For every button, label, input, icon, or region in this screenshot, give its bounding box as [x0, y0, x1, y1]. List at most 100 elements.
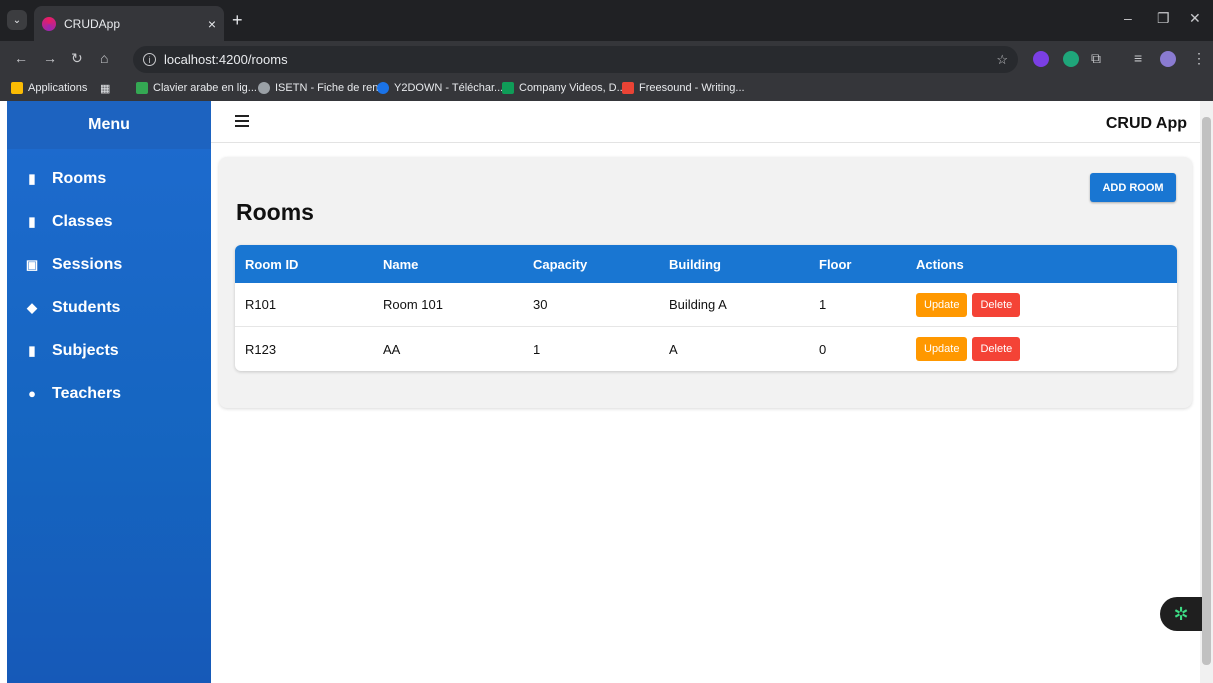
tab-title: CRUDApp: [64, 16, 121, 31]
bookmark-favicon-icon: [136, 82, 148, 94]
bookmark-applications[interactable]: Applications: [11, 82, 87, 94]
ai-assistant-icon[interactable]: ✲: [1160, 597, 1202, 631]
graduation-cap-icon: ◆: [27, 299, 37, 315]
bookmark-company-videos[interactable]: Company Videos, D...: [502, 82, 626, 94]
bookmark-star-icon[interactable]: ☆: [996, 52, 1008, 68]
rooms-card: ADD ROOM Rooms Room ID Name Capacity Bui…: [219, 157, 1192, 408]
column-header: Actions: [916, 256, 964, 272]
sidebar-item-label: Classes: [52, 212, 113, 230]
cell-building: Building A: [669, 297, 727, 312]
bookmark-label: Applications: [28, 82, 88, 94]
bookmark-favicon-icon: [622, 82, 634, 94]
table-row: R123 AA 1 A 0 Update Delete: [235, 327, 1177, 371]
extension-icon[interactable]: [1063, 51, 1079, 67]
close-window-icon[interactable]: ✕: [1189, 10, 1201, 27]
cell-building: A: [669, 341, 678, 357]
bookmark-favicon-icon: [502, 82, 514, 94]
bookmark-label: Y2DOWN - Téléchar...: [394, 82, 504, 94]
extension-icon[interactable]: [1033, 51, 1049, 67]
sidebar-item-label: Subjects: [52, 341, 119, 359]
calendar-icon: ▣: [25, 256, 39, 272]
column-header: Name: [383, 256, 419, 272]
home-icon[interactable]: ⌂: [100, 50, 108, 66]
cell-name: Room 101: [383, 297, 443, 312]
sidebar-item-label: Sessions: [52, 255, 123, 273]
book-icon: ▮: [28, 213, 36, 229]
sidebar-title: Menu: [7, 101, 211, 149]
browser-tab[interactable]: CRUDApp ×: [34, 6, 224, 41]
sidebar-item-label: Rooms: [52, 169, 107, 187]
globe-icon: [258, 82, 270, 94]
minimize-icon[interactable]: –: [1124, 10, 1132, 26]
bookmark-freesound[interactable]: Freesound - Writing...: [622, 82, 745, 94]
sidebar-item-subjects[interactable]: ▮ Subjects: [7, 329, 211, 372]
bookmark-label: Clavier arabe en lig...: [153, 82, 257, 94]
sidebar-item-students[interactable]: ◆ Students: [7, 286, 211, 329]
address-bar[interactable]: i localhost:4200/rooms ☆: [133, 46, 1018, 73]
profile-avatar[interactable]: [1160, 51, 1176, 67]
bookmark-favicon-icon: [377, 82, 389, 94]
sidebar-item-label: Teachers: [52, 384, 122, 402]
main-content: ADD ROOM Rooms Room ID Name Capacity Bui…: [211, 143, 1200, 683]
media-controls-icon[interactable]: ≡: [1134, 50, 1142, 66]
tab-search-button[interactable]: ⌄: [7, 10, 27, 30]
bookmark-isetn[interactable]: ISETN - Fiche de ren...: [258, 82, 387, 94]
close-tab-icon[interactable]: ×: [208, 16, 216, 32]
bookmark-label: Freesound - Writing...: [639, 82, 745, 94]
app-title: CRUD App: [1105, 115, 1187, 132]
delete-button[interactable]: Delete: [972, 337, 1021, 361]
new-tab-button[interactable]: +: [232, 10, 243, 30]
column-header: Room ID: [245, 256, 299, 272]
sidebar-item-classes[interactable]: ▮ Classes: [7, 200, 211, 243]
page-scrollbar[interactable]: [1200, 101, 1213, 683]
rooms-table: Room ID Name Capacity Building Floor Act…: [235, 245, 1177, 371]
browser-toolbar: ← → ↻ ⌂ i localhost:4200/rooms ☆ ⧉ ≡ ⋮: [0, 41, 1213, 77]
cell-floor: 1: [819, 297, 827, 312]
site-info-icon[interactable]: i: [143, 53, 156, 66]
restore-icon[interactable]: ❐: [1157, 10, 1170, 27]
app-header: CRUD App: [211, 101, 1200, 143]
cell-actions: Update Delete: [916, 292, 1177, 317]
forward-icon[interactable]: →: [43, 50, 57, 66]
cell-room-id: R123: [245, 341, 277, 357]
url-text: localhost:4200/rooms: [164, 52, 288, 67]
add-room-button[interactable]: ADD ROOM: [1090, 173, 1176, 202]
delete-button[interactable]: Delete: [972, 292, 1021, 317]
extensions-puzzle-icon[interactable]: ⧉: [1091, 50, 1101, 67]
sidebar: Menu ▮ Rooms ▮ Classes ▣ Sessions ◆ Stud…: [7, 101, 211, 683]
bookmark-y2down[interactable]: Y2DOWN - Téléchar...: [377, 82, 503, 94]
reload-icon[interactable]: ↻: [71, 50, 83, 67]
bookmark-clavier[interactable]: Clavier arabe en lig...: [136, 82, 257, 94]
apps-grid-icon: [11, 82, 23, 94]
browser-tab-strip: ⌄ CRUDApp × + – ❐ ✕: [0, 0, 1213, 41]
column-header: Capacity: [533, 256, 588, 272]
cell-capacity: 1: [533, 341, 541, 357]
sidebar-item-label: Students: [52, 298, 121, 316]
page-title: Rooms: [236, 199, 314, 225]
scrollbar-thumb[interactable]: [1202, 117, 1211, 665]
cell-capacity: 30: [533, 297, 548, 312]
sidebar-item-sessions[interactable]: ▣ Sessions: [7, 243, 211, 286]
more-menu-icon[interactable]: ⋮: [1192, 50, 1206, 67]
cell-actions: Update Delete: [916, 337, 1177, 361]
bookmark-label: ISETN - Fiche de ren...: [275, 82, 388, 94]
person-icon: ●: [28, 386, 36, 401]
sidebar-item-teachers[interactable]: ● Teachers: [7, 372, 211, 415]
cell-room-id: R101: [245, 297, 277, 312]
bookmark-label: Company Videos, D...: [519, 82, 626, 94]
hamburger-menu-icon[interactable]: [235, 115, 249, 127]
door-icon: ▮: [28, 170, 36, 186]
table-header: Room ID Name Capacity Building Floor Act…: [235, 245, 1177, 283]
update-button[interactable]: Update: [916, 337, 968, 361]
book-icon: ▮: [28, 342, 36, 358]
back-icon[interactable]: ←: [14, 50, 28, 66]
angular-favicon-icon: [42, 16, 56, 31]
tab-groups-icon[interactable]: ▦: [100, 82, 110, 95]
table-row: R101 Room 101 30 Building A 1 Update Dele…: [235, 283, 1177, 327]
bookmarks-bar: Applications ▦ Clavier arabe en lig... I…: [0, 77, 1213, 101]
sidebar-item-rooms[interactable]: ▮ Rooms: [7, 157, 211, 200]
cell-floor: 0: [819, 341, 827, 357]
cell-name: AA: [383, 341, 401, 357]
update-button[interactable]: Update: [916, 292, 968, 317]
column-header: Building: [669, 256, 721, 272]
